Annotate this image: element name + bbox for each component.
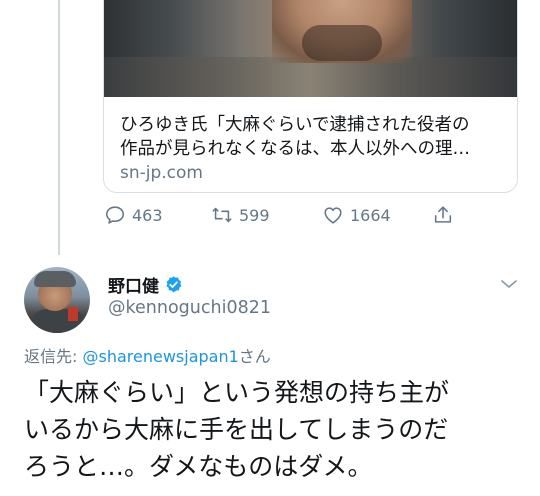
- user-handle[interactable]: @kennoguchi0821: [108, 298, 271, 318]
- retweet-count: 599: [239, 205, 270, 225]
- reply-icon: [105, 206, 125, 224]
- like-icon: [324, 207, 342, 224]
- share-button[interactable]: [432, 204, 460, 226]
- image-shirt: [104, 57, 517, 97]
- retweet-icon: [212, 207, 232, 223]
- avatar[interactable]: [24, 267, 90, 333]
- display-name[interactable]: 野口健: [108, 272, 159, 297]
- author-name-row[interactable]: 野口健: [108, 272, 183, 297]
- link-domain: sn-jp.com: [120, 163, 203, 183]
- avatar-body: [28, 309, 88, 333]
- tweet-text-line-3: ろうと…。ダメなものはダメ。: [24, 452, 373, 481]
- chevron-down-icon[interactable]: [500, 278, 518, 290]
- reply-to-prefix: 返信先:: [24, 347, 83, 366]
- link-preview-card[interactable]: ひろゆき氏「大麻ぐらいで逮捕された役者の 作品が見られなくなるは、本人以外への理…: [103, 0, 518, 193]
- link-title-line-1: ひろゆき氏「大麻ぐらいで逮捕された役者の: [120, 115, 470, 135]
- avatar-flag: [68, 307, 78, 321]
- reply-to-line: 返信先: @sharenewsjapan1さん: [24, 343, 271, 367]
- share-icon: [434, 206, 452, 223]
- like-count: 1664: [350, 205, 391, 225]
- reply-to-mention[interactable]: @sharenewsjapan1: [82, 347, 238, 366]
- link-title-line-2: 作品が見られなくなるは、本人以外への理…: [120, 139, 470, 159]
- retweet-button[interactable]: 599: [211, 204, 270, 226]
- tweet-text-line-1: 「大麻ぐらい」という発想の持ち主が: [24, 378, 450, 407]
- link-preview-text: ひろゆき氏「大麻ぐらいで逮捕された役者の 作品が見られなくなるは、本人以外への理…: [120, 113, 503, 183]
- link-preview-image[interactable]: [104, 0, 517, 97]
- tweet-actions-bar: 463 599 1664: [104, 204, 464, 228]
- tweet-text: 「大麻ぐらい」という発想の持ち主が いるから大麻に手を出してしまうのだ ろうと……: [24, 374, 530, 485]
- tweet-text-line-2: いるから大麻に手を出してしまうのだ: [24, 415, 449, 444]
- image-beard: [302, 25, 382, 61]
- reply-count: 463: [132, 205, 163, 225]
- reply-button[interactable]: 463: [104, 204, 163, 226]
- like-button[interactable]: 1664: [322, 204, 391, 226]
- thread-connector-line: [58, 0, 60, 255]
- avatar-cap: [34, 271, 76, 287]
- verified-badge-icon: [166, 276, 182, 293]
- reply-to-suffix: さん: [238, 347, 271, 366]
